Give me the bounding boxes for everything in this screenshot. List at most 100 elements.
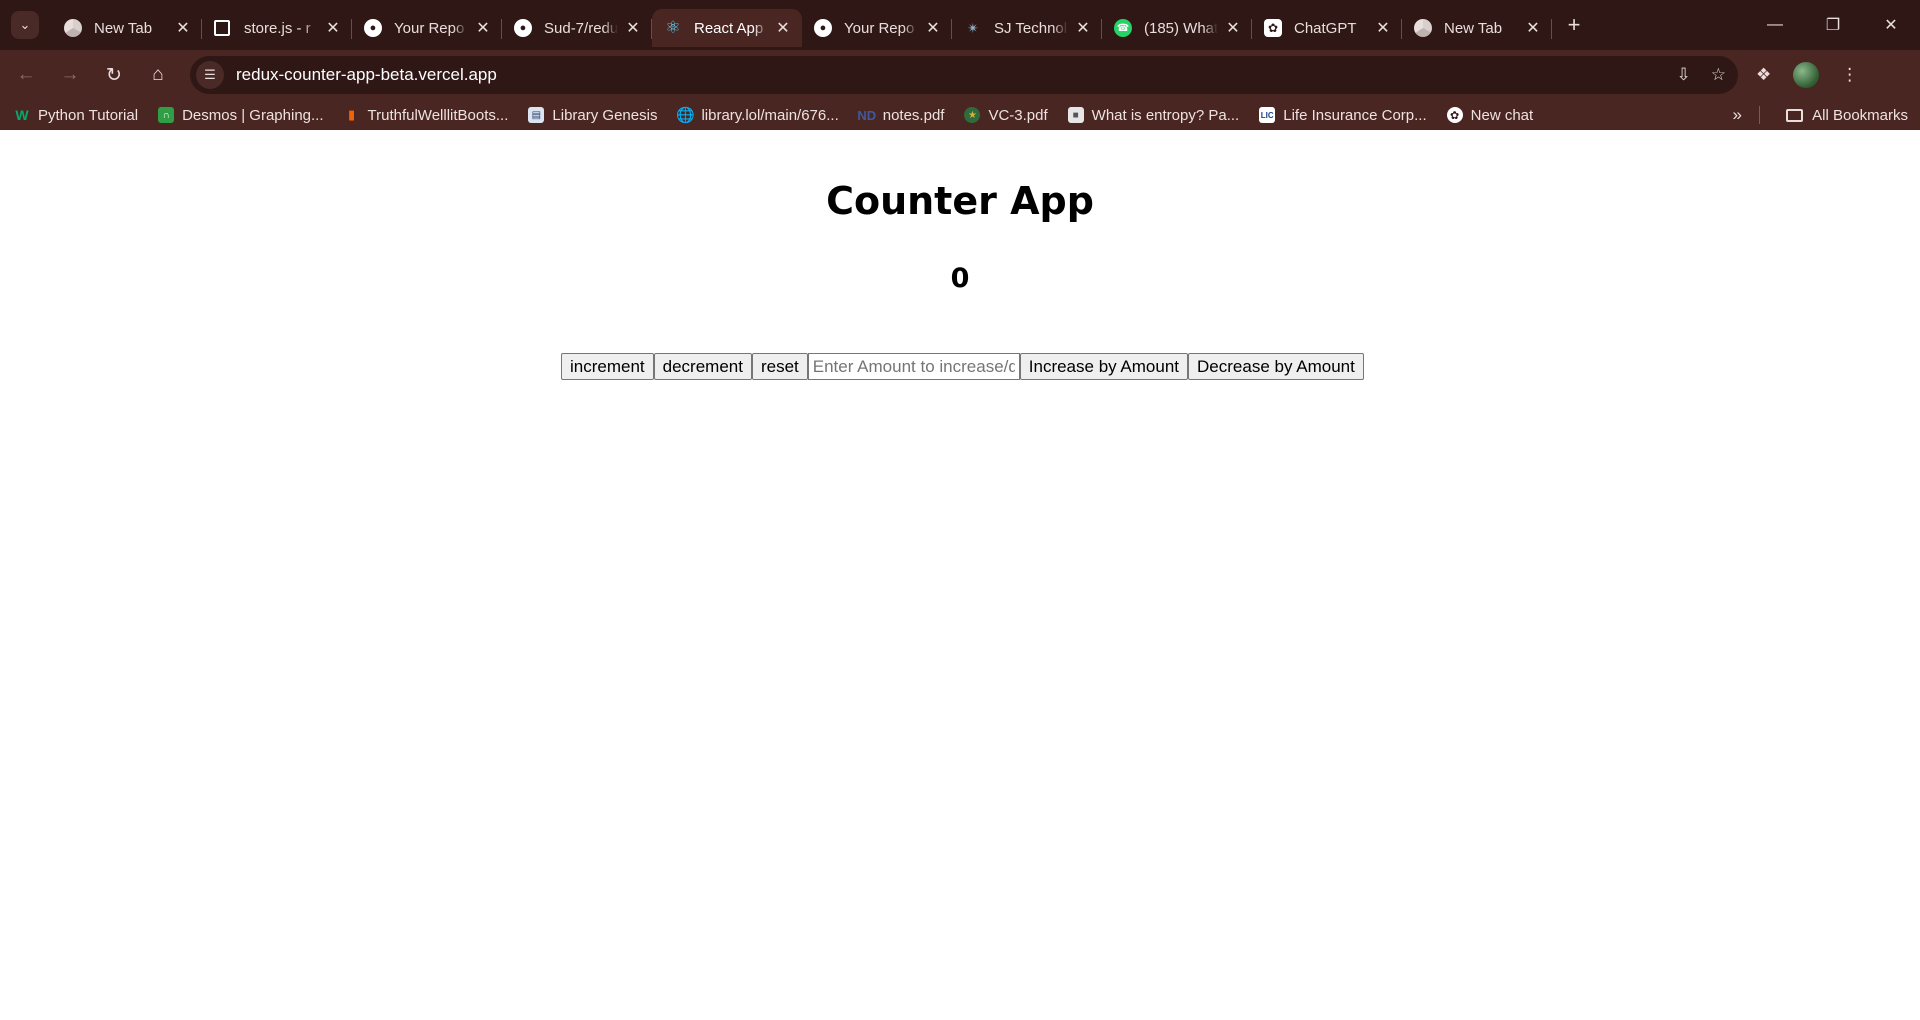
chrome-icon	[64, 19, 82, 37]
whatsapp-icon: ☎	[1114, 19, 1132, 37]
close-icon[interactable]: ✕	[924, 18, 942, 38]
bookmark-entropy[interactable]: ■ What is entropy? Pa...	[1067, 106, 1240, 124]
book-icon: ▤	[528, 107, 545, 123]
restore-button[interactable]: ❐	[1804, 0, 1862, 50]
lic-icon: LIC	[1259, 107, 1276, 123]
menu-kebab-icon[interactable]: ⋮	[1841, 65, 1858, 85]
bookmark-notes-pdf[interactable]: ND notes.pdf	[857, 106, 945, 124]
close-window-button[interactable]: ✕	[1862, 0, 1920, 50]
home-button[interactable]: ⌂	[140, 57, 176, 93]
counter-controls: increment decrement reset Increase by Am…	[561, 353, 1364, 380]
tab-whatsapp[interactable]: ☎ (185) What ✕	[1102, 9, 1252, 47]
tab-title: Sud-7/redu	[544, 19, 618, 37]
chevron-down-icon: ⌄	[19, 17, 31, 32]
emblem-icon: ★	[964, 107, 981, 123]
tab-new-tab-2[interactable]: New Tab ✕	[1402, 9, 1552, 47]
minimize-button[interactable]: —	[1746, 0, 1804, 50]
amount-input[interactable]	[807, 353, 1020, 380]
decrement-button[interactable]: decrement	[653, 353, 752, 380]
tab-new-tab-1[interactable]: New Tab ✕	[52, 9, 202, 47]
bookmark-python-tutorial[interactable]: W Python Tutorial	[14, 107, 138, 124]
bookmarks-divider	[1759, 106, 1760, 124]
bookmark-new-chat[interactable]: ✿ New chat	[1446, 106, 1534, 124]
bookmark-vc3-pdf[interactable]: ★ VC-3.pdf	[964, 107, 1048, 124]
bookmark-desmos[interactable]: ∩ Desmos | Graphing...	[158, 107, 324, 124]
tabs-container: New Tab ✕ store.js - r ✕ ● Your Repo ✕ ●…	[52, 0, 1590, 50]
close-icon[interactable]: ✕	[1074, 18, 1092, 38]
tab-title: Your Repo	[394, 19, 465, 37]
more-bookmarks-button[interactable]: »	[1733, 100, 1742, 130]
tab-store-js[interactable]: store.js - r ✕	[202, 9, 352, 47]
tab-sud7-redux[interactable]: ● Sud-7/redu ✕	[502, 9, 652, 47]
new-tab-button[interactable]: +	[1558, 9, 1590, 41]
page-title: Counter App	[826, 179, 1094, 223]
bookmark-label: Python Tutorial	[38, 106, 139, 124]
openai-icon: ✿	[1264, 19, 1282, 37]
bookmark-label: TruthfulWelllitBoots...	[367, 106, 509, 124]
plus-icon: +	[1567, 12, 1581, 37]
tab-title: store.js - r	[244, 19, 311, 37]
bookmark-label: Library Genesis	[552, 106, 658, 124]
reload-icon: ↻	[106, 64, 122, 86]
openai-icon: ✿	[1446, 107, 1463, 123]
increment-button[interactable]: increment	[561, 353, 654, 380]
browser-chrome: ⌄ New Tab ✕ store.js - r ✕ ● Your Repo ✕	[0, 0, 1920, 130]
tab-your-repo-1[interactable]: ● Your Repo ✕	[352, 9, 502, 47]
bookmark-label: notes.pdf	[882, 106, 945, 124]
close-icon[interactable]: ✕	[1374, 18, 1392, 38]
forward-button[interactable]: →	[52, 57, 88, 93]
decrease-by-amount-button[interactable]: Decrease by Amount	[1188, 353, 1364, 380]
address-bar-actions: ⇩ ☆	[1677, 56, 1727, 94]
minimize-icon: —	[1767, 16, 1783, 33]
close-icon[interactable]: ✕	[174, 18, 192, 38]
chrome-icon	[1414, 19, 1432, 37]
close-icon[interactable]: ✕	[624, 18, 642, 38]
tab-search-button[interactable]: ⌄	[11, 11, 39, 39]
reset-button[interactable]: reset	[751, 353, 808, 380]
github-icon: ●	[514, 19, 532, 37]
tab-your-repo-2[interactable]: ● Your Repo ✕	[802, 9, 952, 47]
bookmark-star-icon[interactable]: ☆	[1711, 65, 1726, 85]
close-icon[interactable]: ✕	[324, 18, 342, 38]
increase-by-amount-button[interactable]: Increase by Amount	[1019, 353, 1189, 380]
codesandbox-icon	[214, 20, 230, 36]
tab-title: ChatGPT	[1294, 19, 1357, 37]
bookmark-label: What is entropy? Pa...	[1091, 106, 1240, 124]
extensions-icon[interactable]: ❖	[1756, 65, 1771, 85]
counter-value: 0	[950, 263, 970, 294]
tab-sj-technologies[interactable]: ✴ SJ Technol ✕	[952, 9, 1102, 47]
page-content: Counter App 0 increment decrement reset …	[0, 151, 1920, 1020]
site-info-button[interactable]: ☰	[196, 61, 224, 89]
all-bookmarks-label: All Bookmarks	[1812, 106, 1908, 124]
address-bar[interactable]: ☰ redux-counter-app-beta.vercel.app ⇩ ☆	[190, 56, 1738, 94]
tab-title: SJ Technol	[994, 19, 1068, 37]
tab-title: New Tab	[94, 19, 153, 37]
close-icon[interactable]: ✕	[1524, 18, 1542, 38]
close-icon[interactable]: ✕	[774, 18, 792, 38]
w3schools-icon: W	[15, 107, 29, 123]
tab-chatgpt[interactable]: ✿ ChatGPT ✕	[1252, 9, 1402, 47]
tab-title: (185) What	[1144, 19, 1218, 37]
bookmark-replit[interactable]: ▮ TruthfulWelllitBoots...	[344, 106, 509, 124]
bookmark-lic[interactable]: LIC Life Insurance Corp...	[1259, 107, 1427, 124]
all-bookmarks-button[interactable]: All Bookmarks	[1786, 100, 1908, 130]
bookmark-library-lol[interactable]: 🌐 library.lol/main/676...	[676, 106, 839, 125]
arrow-right-icon: →	[60, 64, 80, 85]
reload-button[interactable]: ↻	[96, 57, 132, 93]
toolbar-right: ❖ ⋮	[1756, 62, 1858, 88]
notre-dame-icon: ND	[857, 107, 877, 123]
replit-icon: ▮	[347, 107, 356, 122]
bookmark-label: library.lol/main/676...	[701, 106, 839, 124]
avatar[interactable]	[1793, 62, 1820, 88]
back-button[interactable]: ←	[8, 57, 44, 93]
bookmark-library-genesis[interactable]: ▤ Library Genesis	[528, 107, 657, 124]
tab-react-app[interactable]: ⚛ React App ✕	[652, 9, 802, 47]
react-icon: ⚛	[665, 18, 681, 37]
close-icon[interactable]: ✕	[474, 18, 492, 38]
home-icon: ⌂	[152, 64, 164, 85]
install-app-icon[interactable]: ⇩	[1677, 65, 1691, 85]
bookmark-label: New chat	[1470, 106, 1534, 124]
url-text[interactable]: redux-counter-app-beta.vercel.app	[236, 65, 497, 85]
close-icon[interactable]: ✕	[1224, 18, 1242, 38]
tune-icon: ☰	[204, 67, 216, 82]
